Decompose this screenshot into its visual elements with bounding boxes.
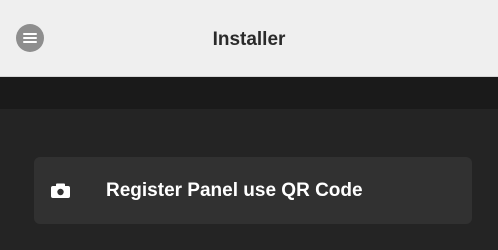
register-panel-qr-label: Register Panel use QR Code — [106, 180, 363, 201]
header-shadow-band — [0, 77, 498, 109]
page-title: Installer — [212, 29, 286, 50]
camera-icon — [51, 183, 70, 198]
app-header: Installer — [0, 0, 498, 77]
register-panel-qr-button[interactable]: Register Panel use QR Code — [34, 157, 472, 224]
